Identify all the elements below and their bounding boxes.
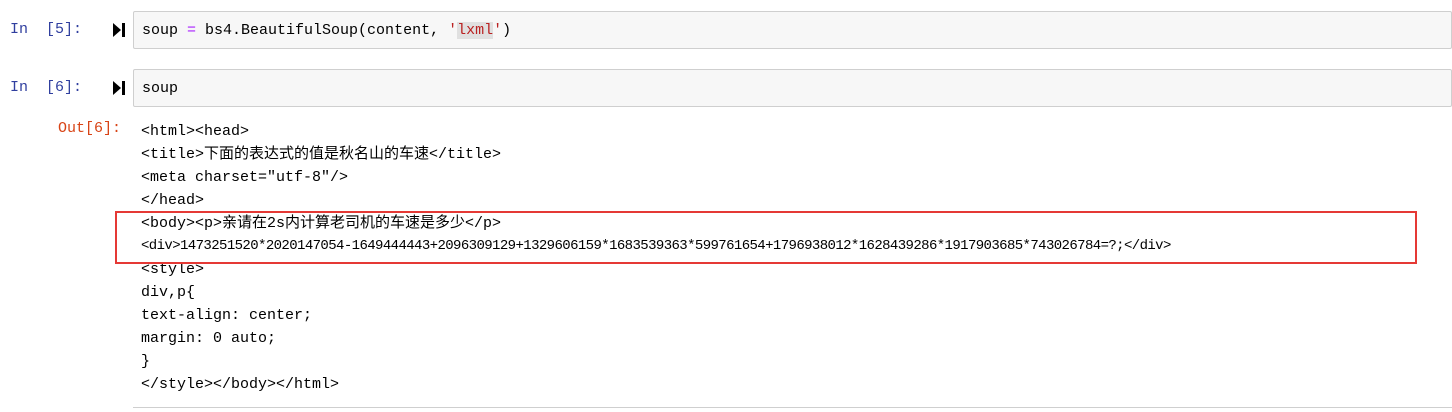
output-line: <meta charset="utf-8"/> <box>141 169 349 186</box>
run-cell-icon[interactable] <box>113 23 125 37</box>
in-prompt-6: In [6]: <box>10 79 83 96</box>
code-input-6[interactable]: soup <box>133 69 1452 107</box>
code-text: bs4.BeautifulSoup(content, <box>196 22 449 39</box>
assign-operator: = <box>187 22 197 39</box>
code-cell-5[interactable]: In [5]: soup = bs4.BeautifulSoup(content… <box>0 0 1452 60</box>
output-line: </style></body></html> <box>141 376 340 393</box>
in-prompt-5: In [5]: <box>10 21 83 38</box>
code-text: ) <box>502 22 512 39</box>
output-line: text-align: center; <box>141 307 313 324</box>
string-quote: ' <box>448 22 458 39</box>
code-input-5[interactable]: soup = bs4.BeautifulSoup(content, 'lxml'… <box>133 11 1452 49</box>
string-quote: ' <box>493 22 503 39</box>
output-line: } <box>141 353 151 370</box>
output-line: div,p{ <box>141 284 196 301</box>
code-text: soup <box>142 22 188 39</box>
out-prompt-6: Out[6]: <box>58 120 122 137</box>
cell-divider <box>133 407 1452 408</box>
annotation-highlight-box <box>115 211 1417 264</box>
output-line: </head> <box>141 192 205 209</box>
code-line: soup = bs4.BeautifulSoup(content, 'lxml'… <box>142 22 511 40</box>
run-cell-icon[interactable] <box>113 81 125 95</box>
string-literal: lxml <box>457 22 494 39</box>
output-line: margin: 0 auto; <box>141 330 277 347</box>
output-line: <html><head> <box>141 123 250 140</box>
output-line: <title>下面的表达式的值是秋名山的车速</title> <box>141 146 502 163</box>
code-line: soup <box>142 80 179 97</box>
